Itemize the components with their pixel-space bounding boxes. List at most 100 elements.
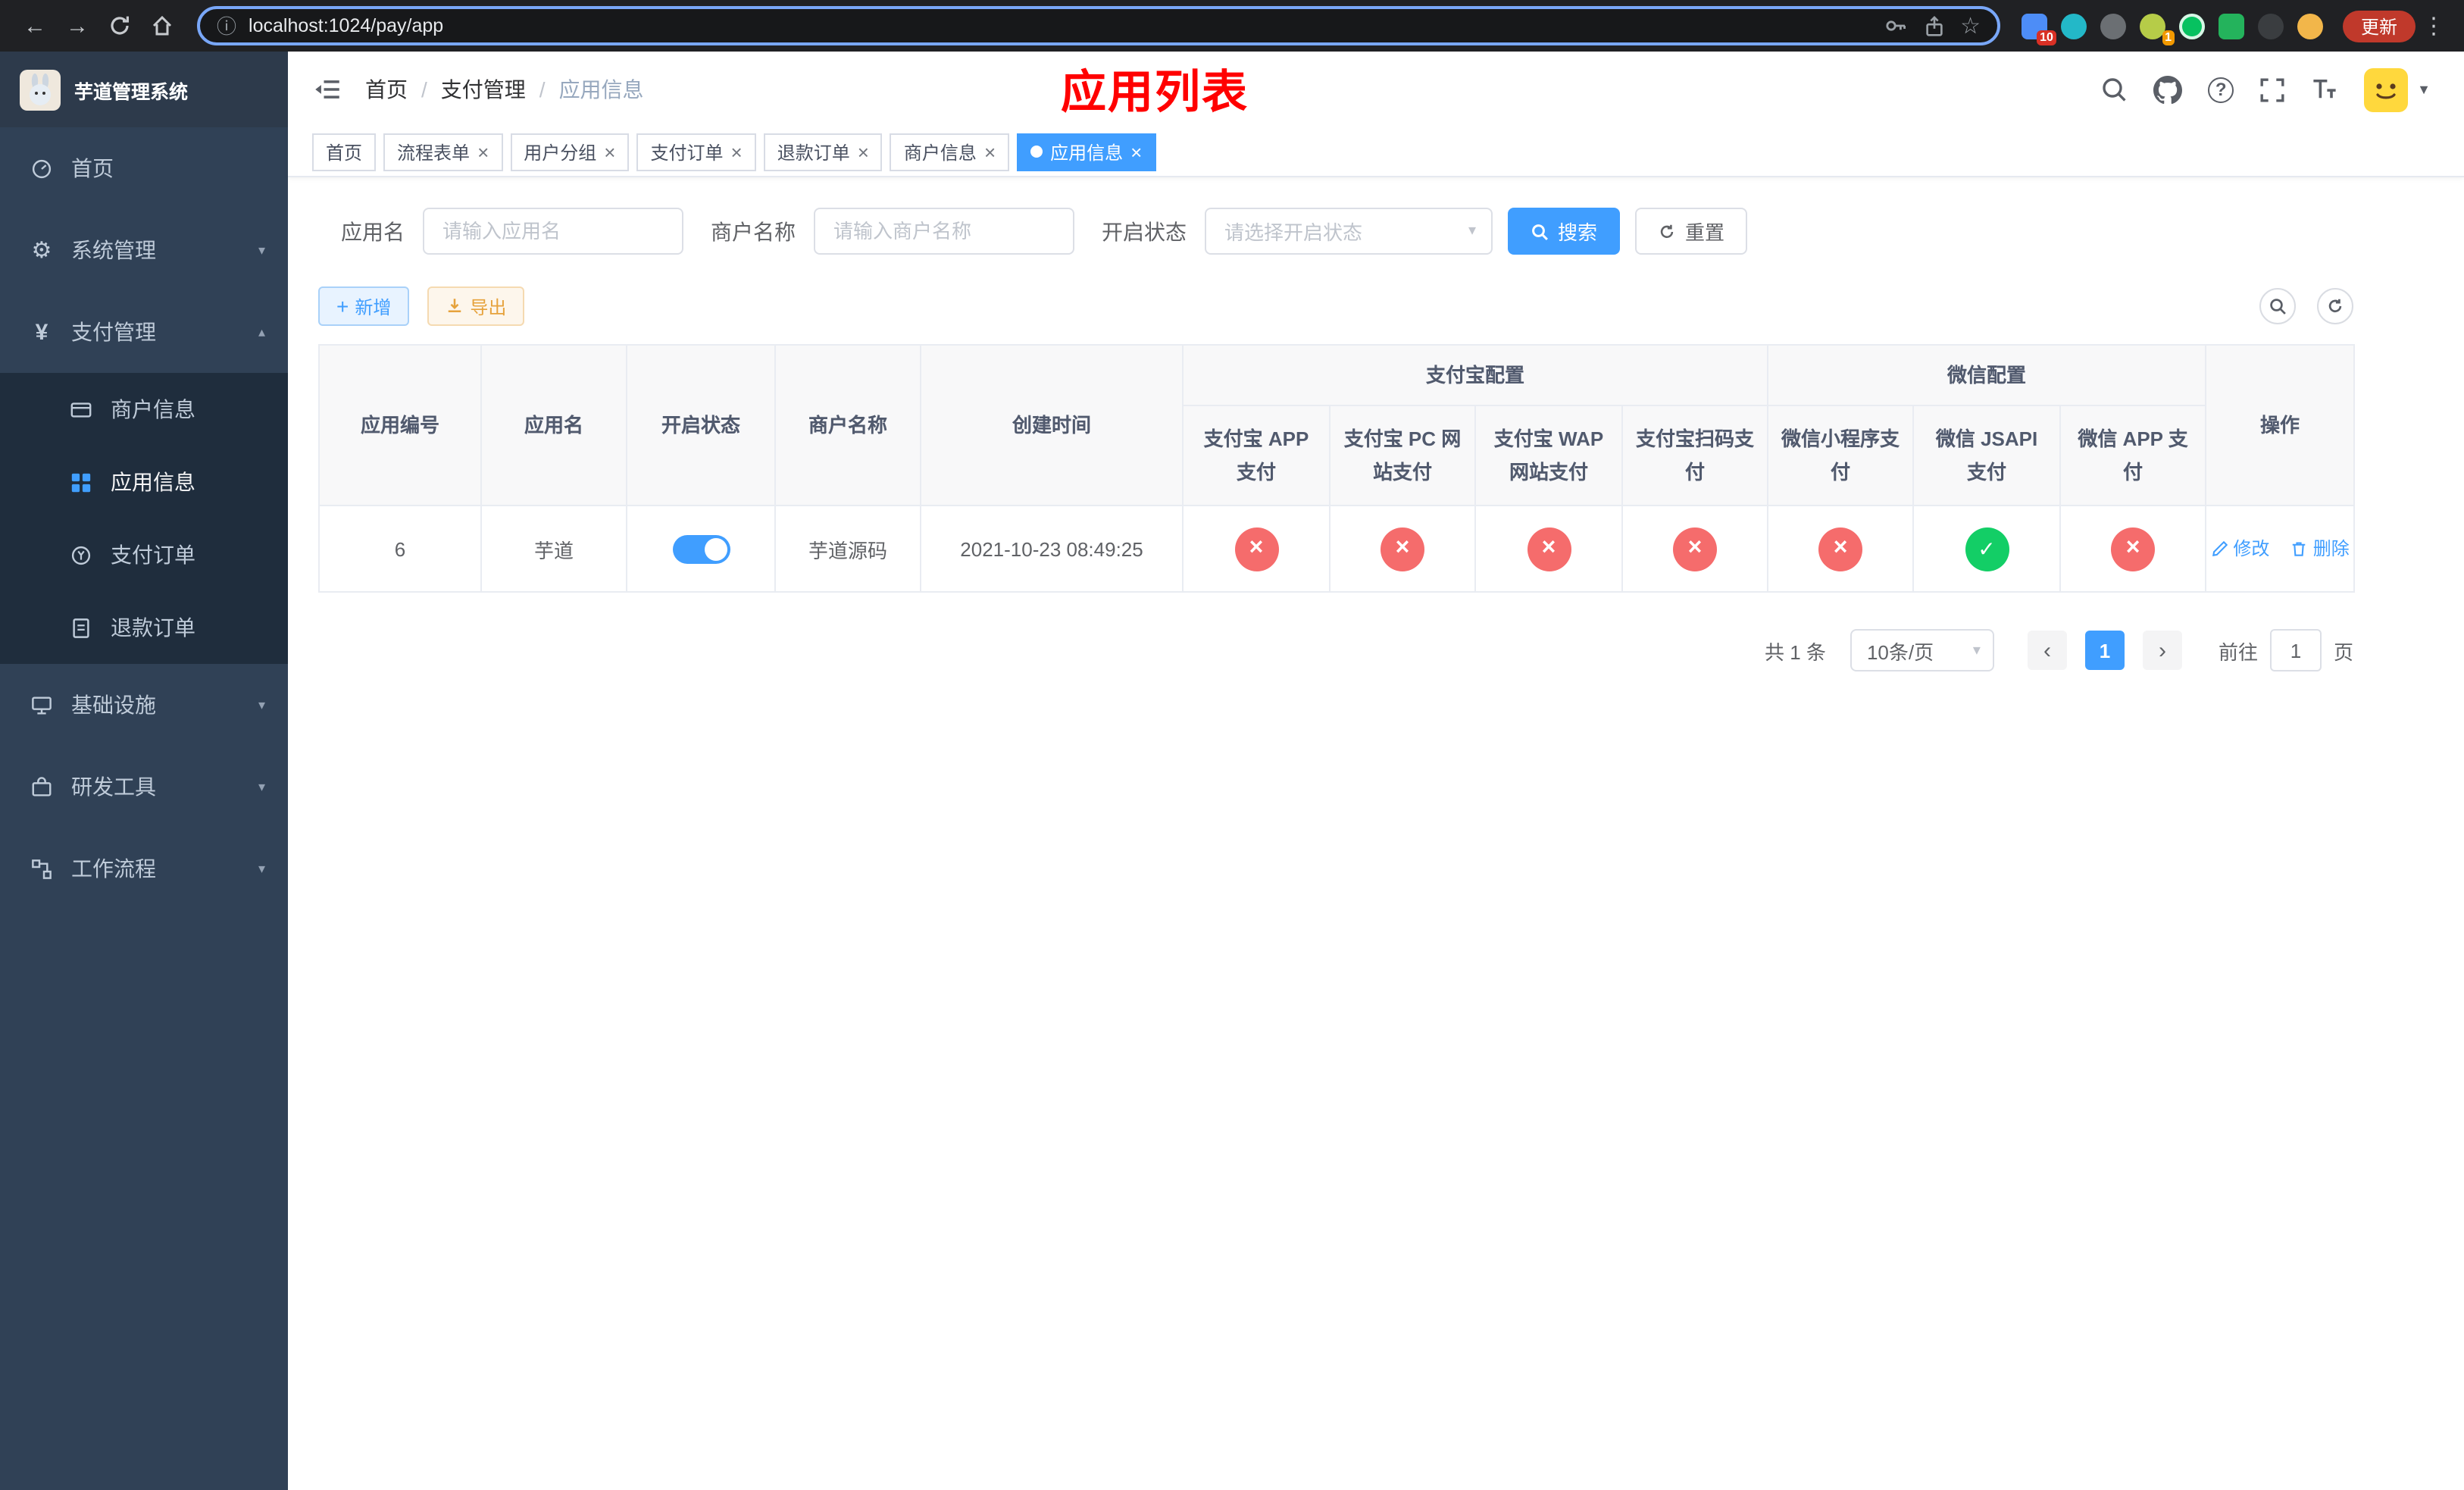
active-dot — [1030, 146, 1043, 158]
tags-view: 首页 流程表单 × 用户分组 × 支付订单 × 退款订单 × 商户信息 × 应用… — [288, 127, 2464, 177]
document-icon — [68, 616, 94, 639]
sidebar-item-app-info[interactable]: 应用信息 — [0, 446, 288, 518]
search-button-label: 搜索 — [1558, 221, 1598, 244]
cell-app-name: 芋道 — [480, 505, 627, 593]
page-button-1[interactable]: 1 — [2084, 631, 2125, 670]
status-select-placeholder: 请选择开启状态 — [1224, 221, 1363, 244]
bookmark-star-icon[interactable]: ☆ — [1960, 14, 1981, 37]
logo-avatar — [20, 69, 61, 110]
cell-alipay-pc — [1329, 505, 1476, 593]
plus-icon: + — [336, 294, 349, 318]
sidebar-item-refund-orders[interactable]: 退款订单 — [0, 591, 288, 664]
user-avatar[interactable]: ▼ — [2364, 67, 2431, 111]
prev-page-button[interactable]: ‹ — [2027, 631, 2067, 670]
sidebar-item-system[interactable]: ⚙ 系统管理 ▾ — [0, 209, 288, 291]
cell-alipay-wap — [1474, 505, 1623, 593]
sidebar-item-dev-tools[interactable]: 研发工具 ▾ — [0, 746, 288, 828]
browser-menu-kebab[interactable]: ⋮ — [2419, 12, 2449, 39]
tab-user-group[interactable]: 用户分组 × — [510, 133, 630, 171]
enable-toggle[interactable] — [672, 534, 730, 563]
extension-icon-amber[interactable] — [2297, 13, 2323, 39]
share-icon[interactable] — [1922, 14, 1945, 37]
goto-suffix: 页 — [2333, 640, 2353, 663]
close-icon[interactable]: × — [984, 142, 996, 161]
tab-merchant-info[interactable]: 商户信息 × — [890, 133, 1010, 171]
sidebar-item-home[interactable]: 首页 — [0, 127, 288, 209]
sidebar-item-merchant-info[interactable]: 商户信息 — [0, 373, 288, 446]
search-button[interactable]: 搜索 — [1508, 208, 1621, 255]
tab-label: 流程表单 — [397, 142, 471, 163]
tab-process-form[interactable]: 流程表单 × — [383, 133, 503, 171]
add-button[interactable]: + 新增 — [318, 286, 410, 326]
status-cross-icon — [1381, 527, 1424, 571]
breadcrumb-home[interactable]: 首页 — [365, 74, 408, 105]
close-icon[interactable]: × — [477, 142, 489, 161]
page-size-select[interactable]: 10条/页 ▾ — [1850, 629, 1994, 671]
font-size-icon[interactable] — [2311, 76, 2338, 103]
status-select[interactable]: 请选择开启状态 ▾ — [1205, 208, 1493, 255]
help-icon[interactable]: ? — [2208, 77, 2234, 102]
extension-icon-teal[interactable] — [2060, 13, 2087, 39]
goto-page-input[interactable] — [2269, 629, 2322, 671]
extension-icon-gray[interactable] — [2100, 13, 2126, 39]
site-info-icon[interactable]: ⓘ — [217, 16, 236, 36]
export-button[interactable]: 导出 — [427, 286, 525, 326]
download-icon — [449, 299, 461, 313]
sidebar-item-workflow[interactable]: 工作流程 ▾ — [0, 828, 288, 909]
breadcrumb-payment[interactable]: 支付管理 — [441, 74, 526, 105]
toolbar-right-icons — [2259, 288, 2353, 324]
merchant-name-input[interactable] — [814, 208, 1074, 255]
tab-refund-orders[interactable]: 退款订单 × — [763, 133, 883, 171]
column-header-alipay-wap: 支付宝 WAP 网站支付 — [1474, 405, 1623, 506]
next-page-button[interactable]: › — [2142, 631, 2182, 670]
tab-app-info[interactable]: 应用信息 × — [1017, 133, 1156, 171]
workflow-icon — [29, 857, 55, 880]
password-key-icon[interactable] — [1883, 14, 1907, 38]
tab-home[interactable]: 首页 — [312, 133, 377, 171]
extension-icon-blue[interactable]: 10 — [2021, 13, 2056, 45]
fullscreen-icon[interactable] — [2259, 77, 2285, 102]
pay-order-icon — [68, 543, 94, 566]
breadcrumb-separator: / — [539, 77, 546, 102]
reload-button[interactable] — [100, 6, 139, 45]
refresh-icon — [1660, 224, 1674, 237]
sidebar-item-infrastructure[interactable]: 基础设施 ▾ — [0, 664, 288, 746]
sidebar-item-payment[interactable]: ¥ 支付管理 ▴ — [0, 291, 288, 373]
close-icon[interactable]: × — [731, 142, 743, 161]
forward-button[interactable]: → — [58, 6, 97, 45]
github-icon[interactable] — [2153, 75, 2183, 104]
close-icon[interactable]: × — [858, 142, 869, 161]
extension-icon-green-ring[interactable] — [2178, 13, 2205, 39]
avatar-image — [2364, 67, 2409, 111]
tab-label: 商户信息 — [903, 142, 977, 163]
app-name-input[interactable] — [423, 208, 683, 255]
goto-label: 前往 — [2218, 640, 2258, 663]
home-button[interactable] — [142, 6, 182, 45]
toggle-search-button[interactable] — [2259, 288, 2296, 324]
tab-label: 退款订单 — [777, 142, 850, 163]
credit-card-icon — [68, 398, 94, 421]
delete-link[interactable]: 删除 — [2290, 536, 2350, 562]
sidebar-toggle-icon[interactable] — [311, 73, 344, 106]
back-button[interactable]: ← — [15, 6, 55, 45]
extension-icon-green-square[interactable] — [2218, 13, 2244, 39]
sidebar-item-pay-orders[interactable]: 支付订单 — [0, 518, 288, 591]
extension-icon-dark[interactable] — [2257, 13, 2284, 39]
address-bar[interactable]: ⓘ localhost:1024/pay/app ☆ — [197, 6, 2000, 45]
sidebar-item-label: 支付订单 — [111, 543, 195, 567]
cell-actions: 修改 删除 — [2205, 505, 2356, 593]
column-header-alipay-app: 支付宝 APP 支付 — [1182, 405, 1330, 506]
search-icon[interactable] — [2100, 76, 2128, 103]
extension-icon-yellowgreen[interactable]: 1 — [2139, 13, 2175, 45]
merchant-name-label: 商户名称 — [711, 219, 796, 243]
tab-pay-orders[interactable]: 支付订单 × — [636, 133, 756, 171]
refresh-table-button[interactable] — [2317, 288, 2353, 324]
close-icon[interactable]: × — [1130, 142, 1142, 161]
close-icon[interactable]: × — [604, 142, 615, 161]
reset-button[interactable]: 重置 — [1635, 208, 1748, 255]
page-size-value: 10条/页 — [1866, 640, 1934, 663]
sidebar-logo[interactable]: 芋道管理系统 — [0, 52, 288, 127]
edit-link[interactable]: 修改 — [2210, 536, 2269, 562]
browser-update-button[interactable]: 更新 — [2342, 10, 2416, 42]
monitor-icon — [29, 693, 55, 716]
